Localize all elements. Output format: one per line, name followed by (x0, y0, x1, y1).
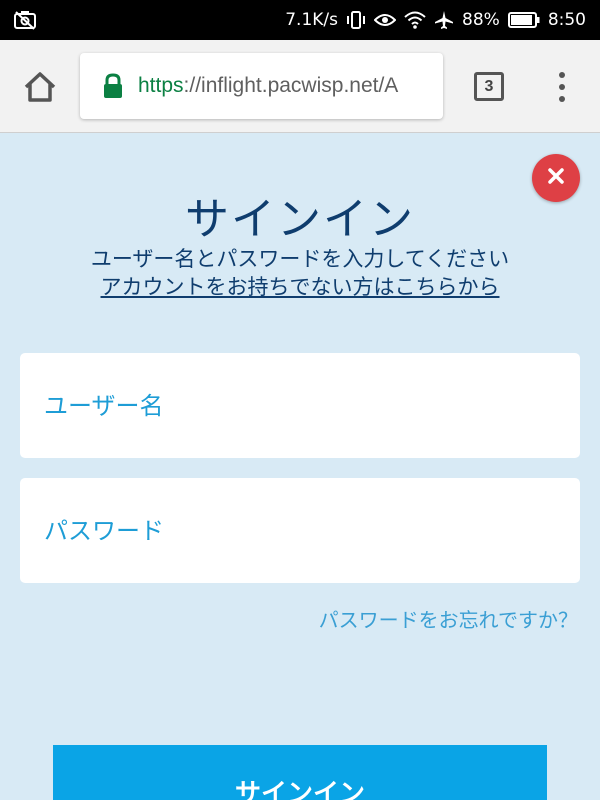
eye-icon (374, 12, 397, 28)
url-scheme: https (138, 74, 184, 97)
username-input[interactable] (44, 391, 580, 420)
airplane-icon (434, 10, 454, 30)
battery-percent: 88% (462, 10, 500, 30)
register-link[interactable]: アカウントをお持ちでない方はこちらから (0, 271, 600, 301)
tab-count: 3 (484, 77, 494, 95)
forgot-password-link[interactable]: パスワードをお忘れですか？ (319, 604, 578, 633)
address-bar[interactable]: https://inflight.pacwisp.net/A (80, 53, 443, 119)
tabs-icon[interactable]: 3 (474, 72, 504, 101)
home-icon[interactable] (22, 70, 58, 104)
status-bar: 7.1K/s 88% 8:50 (0, 0, 600, 40)
menu-icon[interactable] (552, 70, 572, 104)
browser-toolbar: https://inflight.pacwisp.net/A 3 (0, 40, 600, 133)
battery-icon (507, 12, 540, 28)
lock-icon (102, 73, 124, 99)
url-host: ://inflight.pacwisp.net/A (183, 74, 399, 97)
vibrate-icon (346, 10, 366, 30)
username-field[interactable] (20, 353, 580, 458)
url-text: https://inflight.pacwisp.net/A (138, 74, 398, 98)
page-title: サインイン (185, 194, 415, 245)
signin-button[interactable]: サインイン (53, 745, 547, 800)
password-input[interactable] (44, 516, 580, 545)
password-field[interactable] (20, 478, 580, 583)
clock: 8:50 (547, 10, 586, 30)
no-photo-icon (14, 10, 36, 30)
instruction-text: ユーザー名とパスワードを入力してください (90, 247, 510, 271)
wifi-icon (404, 11, 426, 29)
net-speed: 7.1K/s (285, 10, 339, 30)
